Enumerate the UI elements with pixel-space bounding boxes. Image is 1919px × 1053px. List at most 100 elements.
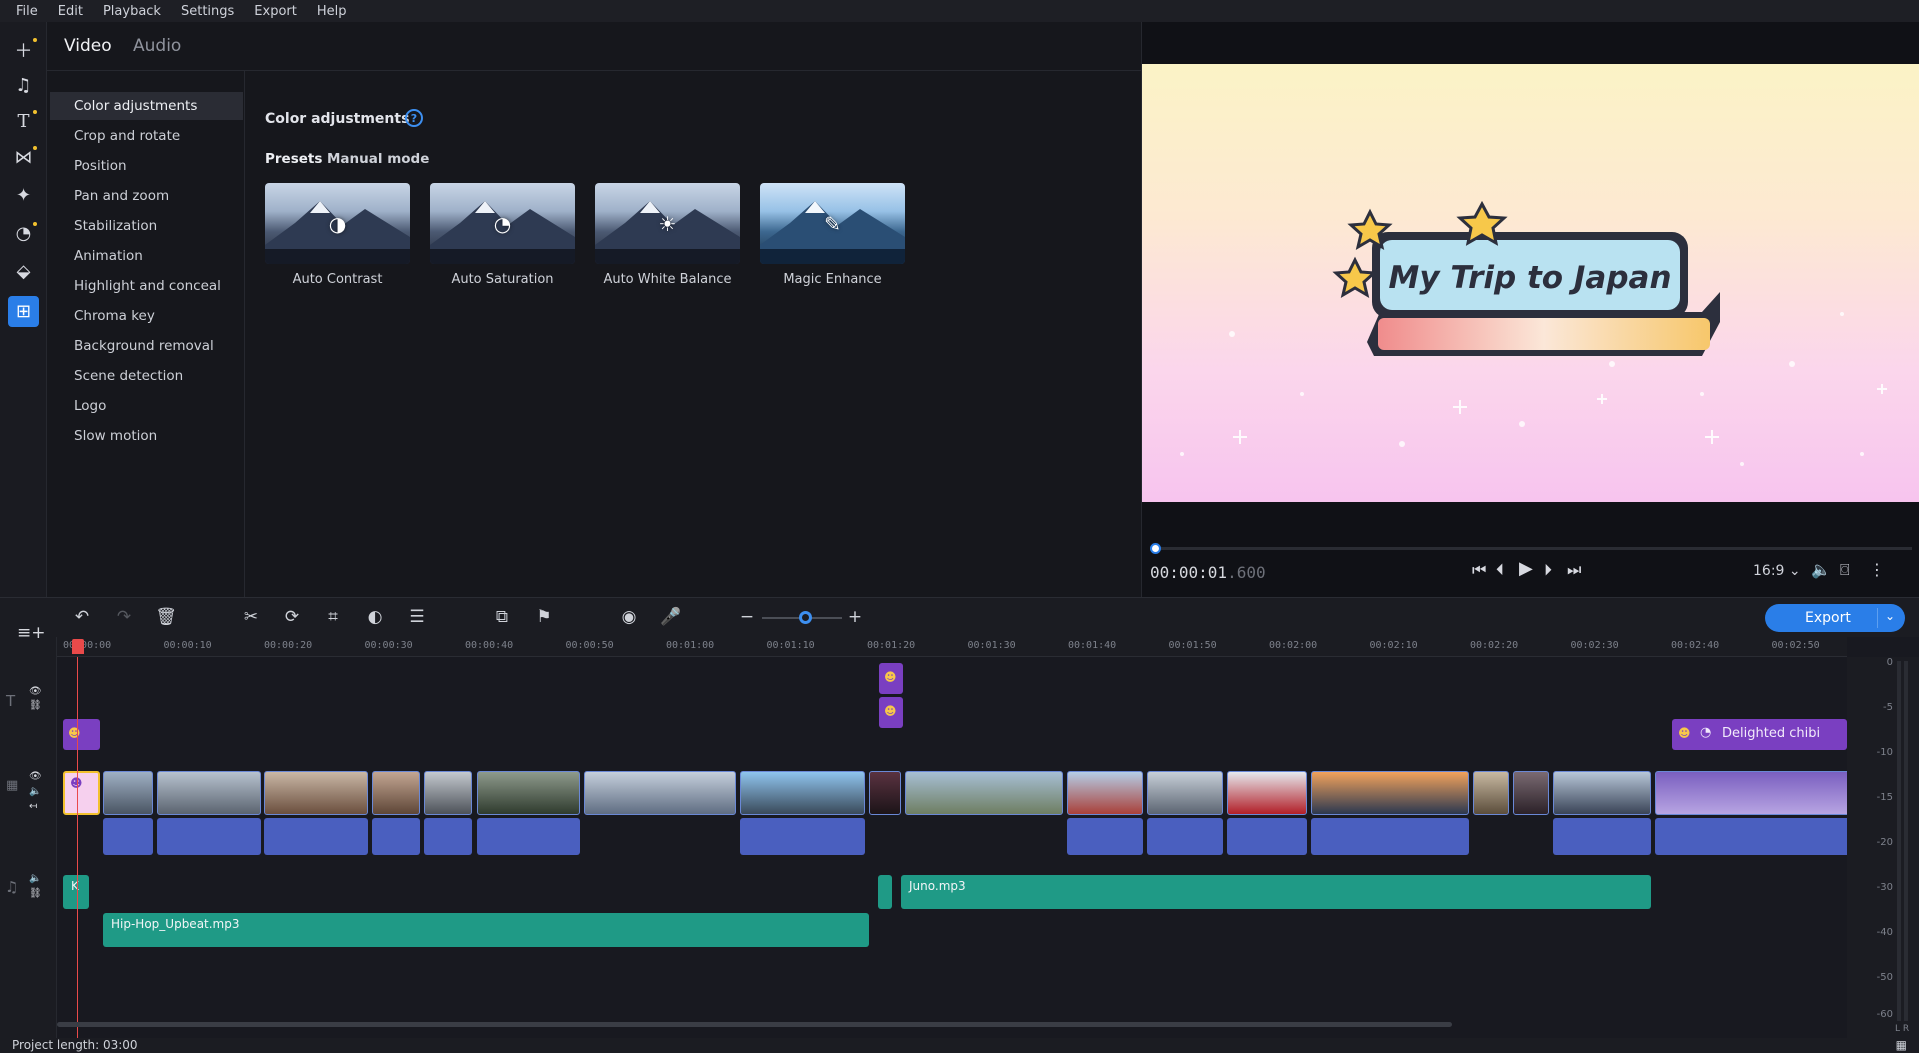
tool-scene-detection[interactable]: Scene detection bbox=[50, 362, 243, 390]
tool-position[interactable]: Position bbox=[50, 152, 243, 180]
snapshot-icon[interactable]: ⌼ bbox=[1840, 560, 1850, 580]
audio-clip-small[interactable] bbox=[878, 875, 892, 909]
video-clip[interactable] bbox=[905, 771, 1063, 815]
crop-icon[interactable]: ⌗ bbox=[322, 607, 344, 627]
clip-audio-waveform[interactable] bbox=[424, 818, 472, 855]
audio-clip-hip-hop[interactable]: Hip-Hop_Upbeat.mp3 bbox=[103, 913, 869, 947]
link-icon[interactable]: ↤ bbox=[29, 801, 37, 812]
transitions-icon[interactable]: ⋈ bbox=[8, 142, 39, 173]
undo-icon[interactable]: ↶ bbox=[71, 607, 93, 627]
chevron-down-icon[interactable]: ⌄ bbox=[1885, 609, 1895, 623]
grid-view-icon[interactable]: ▦ bbox=[1896, 1038, 1907, 1053]
title-clip[interactable]: ☻ bbox=[63, 719, 100, 750]
audio-clip-juno[interactable]: Juno.mp3 bbox=[901, 875, 1651, 909]
zoom-out-icon[interactable]: − bbox=[736, 607, 758, 627]
preset-auto-white-balance[interactable]: ☀ Auto White Balance bbox=[595, 183, 740, 287]
video-clip[interactable] bbox=[869, 771, 901, 815]
video-clip[interactable] bbox=[584, 771, 736, 815]
zoom-in-icon[interactable]: + bbox=[844, 607, 866, 627]
scrubber-handle[interactable] bbox=[1149, 543, 1161, 554]
volume-icon[interactable]: 🔈 bbox=[1811, 560, 1831, 579]
video-clip[interactable] bbox=[477, 771, 580, 815]
title-clip[interactable]: ☻ bbox=[879, 663, 903, 694]
rotate-icon[interactable]: ⟳ bbox=[281, 607, 303, 627]
export-button[interactable]: Export ⌄ bbox=[1765, 604, 1905, 632]
delete-icon[interactable]: 🗑 bbox=[155, 607, 177, 627]
webcam-record-icon[interactable]: ◉ bbox=[618, 607, 640, 627]
link-icon[interactable]: ⛓ bbox=[29, 700, 42, 711]
clip-audio-waveform[interactable] bbox=[477, 818, 580, 855]
clip-audio-waveform[interactable] bbox=[1067, 818, 1143, 855]
video-clip[interactable] bbox=[1227, 771, 1307, 815]
tab-manual-mode[interactable]: Manual mode bbox=[327, 151, 429, 167]
volume-icon[interactable]: 🔈 bbox=[29, 786, 41, 797]
eye-icon[interactable]: 👁 bbox=[29, 771, 42, 782]
stickers-icon[interactable]: ◔ bbox=[8, 218, 39, 249]
video-clip[interactable] bbox=[1147, 771, 1223, 815]
video-clip[interactable] bbox=[740, 771, 865, 815]
video-clip[interactable] bbox=[372, 771, 420, 815]
clip-audio-waveform[interactable] bbox=[372, 818, 420, 855]
clip-audio-waveform[interactable] bbox=[1655, 818, 1847, 855]
clip-audio-waveform[interactable] bbox=[1147, 818, 1223, 855]
menu-export[interactable]: Export bbox=[244, 4, 307, 19]
tool-color-adjustments[interactable]: Color adjustments bbox=[50, 92, 243, 120]
link-icon[interactable]: ⛓ bbox=[29, 888, 42, 899]
color-adjust-icon[interactable]: ◐ bbox=[364, 607, 386, 627]
cut-icon[interactable]: ✂ bbox=[240, 607, 262, 627]
title-clip[interactable]: ☻ bbox=[879, 697, 903, 728]
playhead[interactable] bbox=[77, 657, 78, 1038]
clip-audio-waveform[interactable] bbox=[157, 818, 261, 855]
time-ruler[interactable]: 00:00:00 00:00:10 00:00:20 00:00:30 00:00:40… bbox=[57, 637, 1847, 657]
menu-settings[interactable]: Settings bbox=[171, 4, 244, 19]
redo-icon[interactable]: ↷ bbox=[113, 607, 135, 627]
add-media-icon[interactable]: ＋ bbox=[8, 34, 39, 65]
tool-highlight-and-conceal[interactable]: Highlight and conceal bbox=[50, 272, 243, 300]
audio-clip-small[interactable]: K bbox=[63, 875, 89, 909]
menu-file[interactable]: File bbox=[6, 4, 48, 19]
clip-audio-waveform[interactable] bbox=[264, 818, 368, 855]
tool-pan-and-zoom[interactable]: Pan and zoom bbox=[50, 182, 243, 210]
video-clip[interactable] bbox=[1473, 771, 1509, 815]
clip-audio-waveform[interactable] bbox=[740, 818, 865, 855]
preset-magic-enhance[interactable]: ✎ Magic Enhance bbox=[760, 183, 905, 287]
video-clip[interactable] bbox=[1553, 771, 1651, 815]
tab-audio[interactable]: Audio bbox=[133, 36, 181, 56]
menu-help[interactable]: Help bbox=[307, 4, 357, 19]
preview-canvas[interactable]: My Trip to Japan bbox=[1142, 64, 1919, 502]
add-track-icon[interactable]: ≡+ bbox=[17, 623, 46, 643]
tool-chroma-key[interactable]: Chroma key bbox=[50, 302, 243, 330]
marker-icon[interactable]: ⚑ bbox=[533, 607, 555, 627]
play-icon[interactable]: ▶ bbox=[1519, 558, 1533, 579]
tool-crop-and-rotate[interactable]: Crop and rotate bbox=[50, 122, 243, 150]
skip-to-start-icon[interactable]: ⏮ bbox=[1472, 560, 1486, 580]
video-clip-title[interactable]: ☻ bbox=[63, 771, 100, 815]
clip-audio-waveform[interactable] bbox=[1311, 818, 1469, 855]
aspect-ratio-select[interactable]: 16:9 ⌄ bbox=[1753, 563, 1801, 579]
insert-transition-icon[interactable]: ⧉ bbox=[491, 607, 513, 627]
tab-video[interactable]: Video bbox=[64, 36, 112, 56]
video-clip[interactable] bbox=[103, 771, 153, 815]
playhead-handle[interactable] bbox=[72, 639, 84, 654]
microphone-icon[interactable]: 🎤 bbox=[660, 607, 682, 627]
zoom-slider-handle[interactable] bbox=[799, 611, 812, 624]
skip-to-end-icon[interactable]: ⏭ bbox=[1567, 560, 1581, 580]
video-clip[interactable] bbox=[1311, 771, 1469, 815]
video-clip[interactable] bbox=[1067, 771, 1143, 815]
help-icon[interactable]: ? bbox=[405, 109, 423, 127]
filters-icon[interactable]: ✦ bbox=[8, 180, 39, 211]
callouts-icon[interactable]: ⬙ bbox=[8, 256, 39, 287]
next-frame-icon[interactable]: ⏵ bbox=[1544, 560, 1552, 580]
tool-stabilization[interactable]: Stabilization bbox=[50, 212, 243, 240]
clip-audio-waveform[interactable] bbox=[1553, 818, 1651, 855]
volume-icon[interactable]: 🔈 bbox=[29, 873, 41, 884]
preview-scrubber[interactable] bbox=[1150, 547, 1912, 550]
video-clip[interactable] bbox=[264, 771, 368, 815]
video-clip[interactable] bbox=[1513, 771, 1549, 815]
music-icon[interactable]: ♫ bbox=[8, 70, 39, 101]
title-clip-delighted-chibi[interactable]: ☻ ◔ Delighted chibi bbox=[1672, 719, 1847, 750]
tool-animation[interactable]: Animation bbox=[50, 242, 243, 270]
menu-playback[interactable]: Playback bbox=[93, 4, 171, 19]
tab-presets[interactable]: Presets bbox=[265, 151, 322, 167]
eye-icon[interactable]: 👁 bbox=[29, 686, 42, 697]
